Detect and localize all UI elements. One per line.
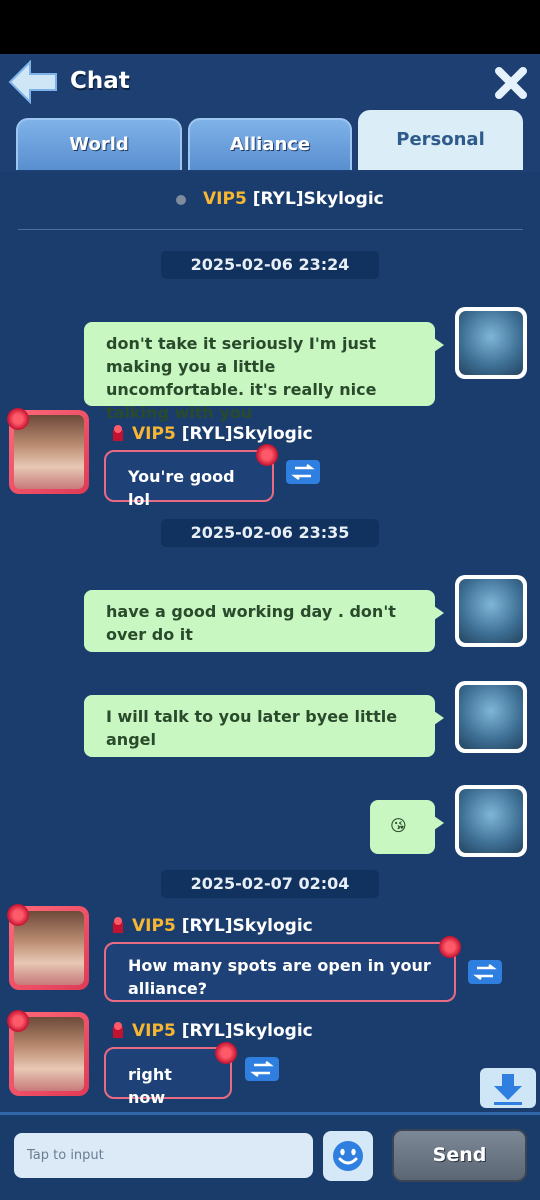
my-message[interactable]: don't take it seriously I'm just making … [84, 322, 444, 422]
avatar-portrait [459, 789, 523, 853]
vip-badge: VIP5 [132, 916, 176, 936]
status-bar [0, 0, 540, 54]
rose-badge-icon [113, 425, 123, 441]
peer-name: [RYL]Skylogic [181, 916, 313, 936]
message-input[interactable]: Tap to input [14, 1133, 313, 1178]
rose-badge-icon [113, 1022, 123, 1038]
peer-avatar[interactable] [7, 904, 89, 990]
divider [18, 229, 523, 230]
my-avatar[interactable] [455, 575, 527, 647]
translate-icon [473, 964, 497, 980]
my-message[interactable]: I will talk to you later byee little ang… [84, 695, 444, 757]
my-message[interactable]: 😘 [370, 800, 444, 854]
translate-icon [291, 464, 315, 480]
translate-button[interactable] [468, 960, 502, 984]
vip-badge: VIP5 [132, 1021, 176, 1041]
timestamp: 2025-02-07 02:04 [161, 870, 379, 898]
vip-badge: VIP5 [132, 424, 176, 444]
emoji-icon [333, 1141, 363, 1171]
vip-badge: VIP5 [203, 189, 247, 209]
online-status-dot [176, 195, 186, 205]
rose-badge-icon [113, 917, 123, 933]
peer-message[interactable]: You're good lol [104, 450, 274, 509]
download-icon [494, 1074, 522, 1105]
my-avatar[interactable] [455, 681, 527, 753]
rose-decoration [7, 408, 29, 430]
rose-decoration [256, 444, 278, 466]
peer-message[interactable]: right now [104, 1047, 232, 1107]
timestamp: 2025-02-06 23:35 [161, 519, 379, 547]
conversation-peer[interactable]: VIP5 [RYL]Skylogic [203, 189, 384, 209]
peer-label: VIP5 [RYL]Skylogic [110, 424, 313, 444]
translate-button[interactable] [245, 1057, 279, 1081]
tab-personal[interactable]: Personal [358, 110, 523, 170]
close-icon [495, 67, 527, 99]
rose-decoration [215, 1042, 237, 1064]
peer-label: VIP5 [RYL]Skylogic [110, 1021, 313, 1041]
send-button[interactable]: Send [392, 1129, 527, 1182]
page-title: Chat [70, 68, 130, 94]
rose-decoration [439, 936, 461, 958]
my-avatar[interactable] [455, 307, 527, 379]
scroll-to-latest-button[interactable] [480, 1068, 536, 1108]
peer-avatar[interactable] [7, 1010, 89, 1096]
peer-message[interactable]: How many spots are open in your alliance… [104, 942, 456, 1002]
emoji-button[interactable] [323, 1131, 373, 1181]
peer-name: [RYL]Skylogic [181, 1021, 313, 1041]
avatar-portrait [459, 685, 523, 749]
back-arrow-icon [8, 59, 57, 105]
tab-alliance[interactable]: Alliance [188, 118, 352, 170]
translate-icon [250, 1061, 274, 1077]
peer-name: [RYL]Skylogic [181, 424, 313, 444]
peer-name: [RYL]Skylogic [252, 189, 384, 209]
my-avatar[interactable] [455, 785, 527, 857]
my-message[interactable]: have a good working day . don't over do … [84, 590, 444, 652]
rose-decoration [7, 904, 29, 926]
tab-world[interactable]: World [16, 118, 182, 170]
peer-label: VIP5 [RYL]Skylogic [110, 916, 313, 936]
timestamp: 2025-02-06 23:24 [161, 251, 379, 279]
translate-button[interactable] [286, 460, 320, 484]
back-button[interactable] [8, 59, 58, 105]
avatar-portrait [459, 579, 523, 643]
rose-decoration [7, 1010, 29, 1032]
avatar-portrait [459, 311, 523, 375]
peer-avatar[interactable] [7, 408, 89, 494]
close-button[interactable] [494, 66, 528, 100]
